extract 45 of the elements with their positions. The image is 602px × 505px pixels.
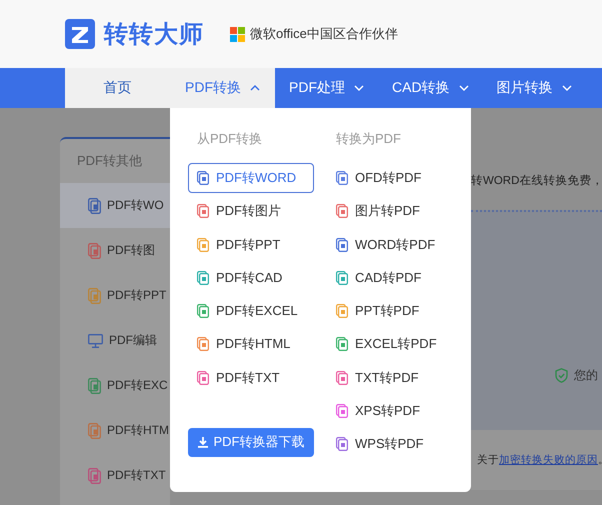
menu-heading: 从PDF转换 xyxy=(196,130,263,148)
nav-tab[interactable]: PDF处理 xyxy=(275,68,378,108)
partner-text: 微软office中国区合作伙伴 xyxy=(250,25,398,43)
download-icon xyxy=(198,436,208,448)
menu-item[interactable]: PDF转EXCEL xyxy=(188,296,314,326)
intro-text: 转WORD在线转换免费， xyxy=(471,174,602,188)
windows-logo-icon xyxy=(230,26,245,42)
shield-icon xyxy=(555,368,568,383)
sidebar-title: PDF转其他 xyxy=(76,152,143,170)
nav-tab[interactable]: CAD转换 xyxy=(378,68,483,108)
sidebar-item[interactable]: PDF转TXT xyxy=(60,453,170,498)
sidebar-item[interactable]: PDF转EXC xyxy=(60,363,170,408)
menu-item[interactable]: CAD转PDF xyxy=(327,262,459,293)
menu-item[interactable]: PDF转TXT xyxy=(188,362,314,393)
nav-tab[interactable]: 首页 xyxy=(65,68,170,108)
nav-tab[interactable]: PDF转换 xyxy=(170,68,275,108)
menu-item[interactable]: PDF转图片 xyxy=(188,196,314,226)
sidebar-item[interactable]: PDF转图 xyxy=(60,228,170,273)
menu-item[interactable]: PDF转HTML xyxy=(188,329,314,360)
chevron-icon xyxy=(562,85,572,91)
menu-heading: 转换为PDF xyxy=(335,130,402,148)
menu-item[interactable]: PDF转WORD xyxy=(188,163,314,193)
menu-item[interactable]: TXT转PDF xyxy=(327,362,459,393)
menu-item[interactable]: PDF转CAD xyxy=(188,262,314,293)
chevron-icon xyxy=(354,85,364,91)
sidebar-item[interactable]: PDF转HTM xyxy=(60,408,170,453)
menu-item[interactable]: PPT转PDF xyxy=(327,296,459,326)
sidebar-item[interactable]: PDF编辑 xyxy=(60,318,170,363)
menu-item[interactable]: OFD转PDF xyxy=(327,163,459,193)
sidebar-item[interactable]: PDF转PPT xyxy=(60,273,170,318)
security-note: 您的 xyxy=(574,367,598,384)
menu-item[interactable]: XPS转PDF xyxy=(327,396,459,426)
download-button[interactable]: PDF转换器下载 xyxy=(188,428,314,457)
chevron-icon xyxy=(250,85,260,91)
sidebar-item[interactable]: PDF转WO xyxy=(60,183,170,228)
menu-item[interactable]: EXCEL转PDF xyxy=(327,329,459,360)
logo-icon xyxy=(65,19,95,49)
menu-item[interactable]: PDF转PPT xyxy=(188,230,314,260)
logo-text: 转转大师 xyxy=(104,20,204,50)
menu-item[interactable]: WPS转PDF xyxy=(327,429,459,460)
menu-item[interactable]: WORD转PDF xyxy=(327,230,459,260)
menu-item[interactable]: 图片转PDF xyxy=(327,196,459,226)
nav-tab[interactable]: 图片转换 xyxy=(482,68,586,108)
help-text: 关于加密转换失败的原因。 xyxy=(477,453,602,467)
chevron-icon xyxy=(458,85,469,91)
